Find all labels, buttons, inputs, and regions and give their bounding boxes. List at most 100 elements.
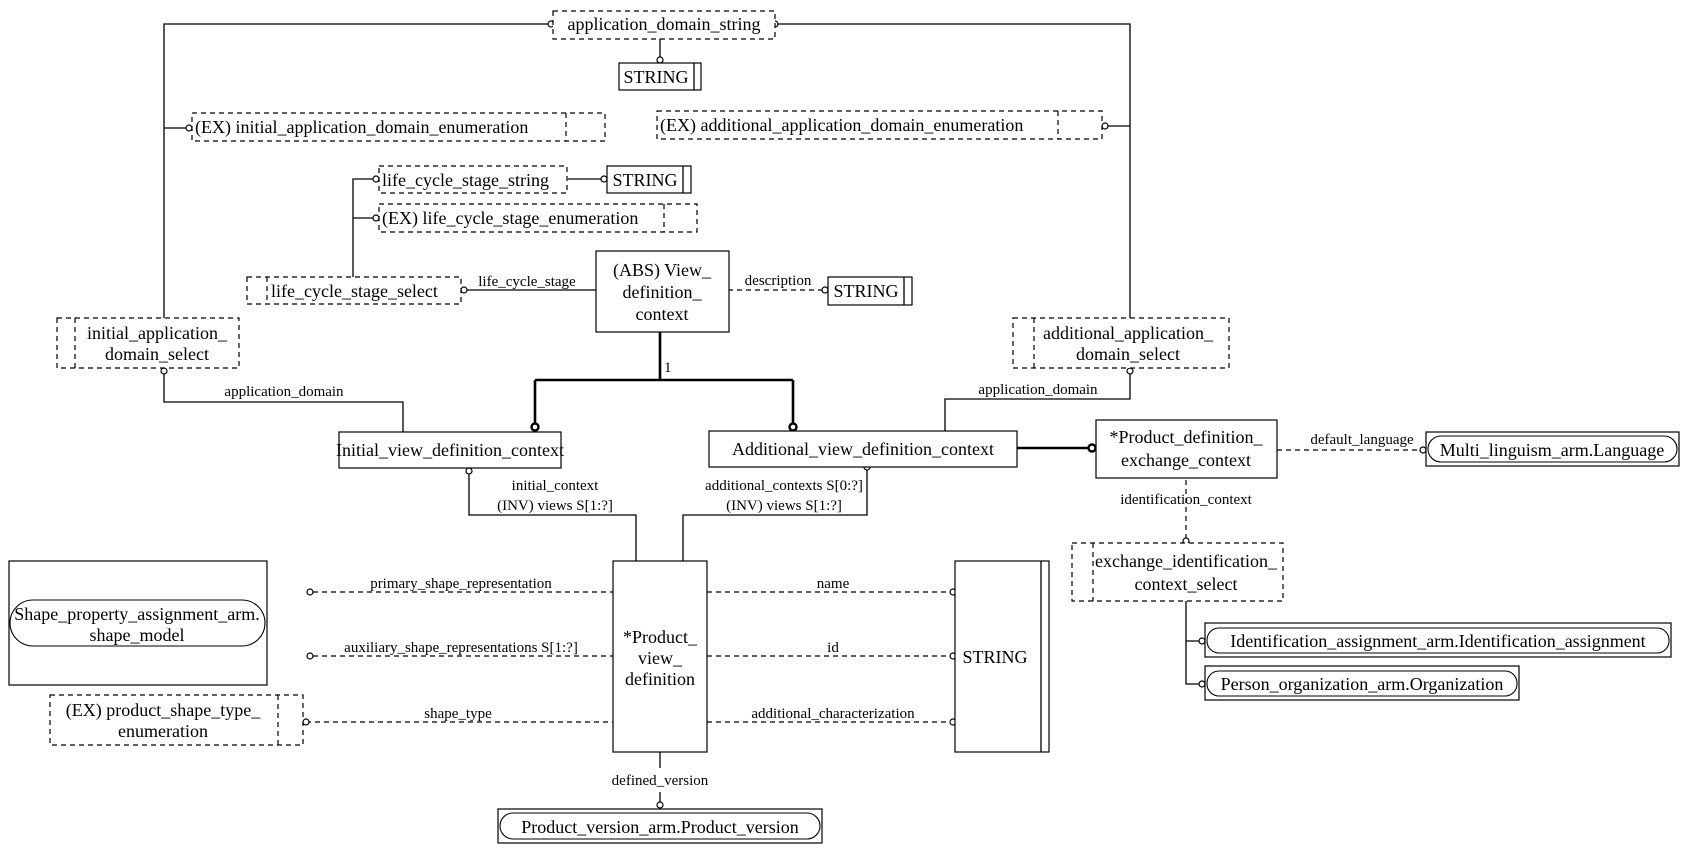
entity-product-view-definition[interactable]: *Product_ view_ definition — [612, 560, 708, 753]
entity-label-line: Shape_property_assignment_arm. — [14, 604, 259, 624]
type-label-line: context_select — [1135, 574, 1238, 594]
entity-label: Person_organization_arm.Organization — [1221, 674, 1504, 694]
marker — [1419, 446, 1427, 454]
type-label: life_cycle_stage_string — [382, 170, 549, 190]
relation-label-auxiliary-shape-representations: auxiliary_shape_representations S[1:?] — [344, 640, 578, 656]
connector-app-domain-initial — [163, 374, 404, 433]
marker — [460, 286, 468, 294]
entity-label: Additional_view_definition_context — [732, 439, 994, 459]
entity-label-line: *Product_definition_ — [1110, 427, 1264, 447]
relation-label-additional-contexts: additional_contexts S[0:?] — [705, 478, 863, 494]
entity-product-version[interactable]: Product_version_arm.Product_version — [497, 808, 823, 844]
relation-label-default-language: default_language — [1310, 432, 1414, 448]
entity-label: Identification_assignment_arm.Identifica… — [1230, 631, 1645, 651]
marker — [465, 467, 473, 475]
type-product-shape-type-enumeration[interactable]: (EX) product_shape_type_ enumeration — [49, 694, 304, 746]
relation-label-shape-type: shape_type — [424, 706, 492, 722]
marker — [302, 718, 310, 726]
entity-multi-linguism-language[interactable]: Multi_linguism_arm.Language — [1425, 431, 1680, 467]
relation-label-description: description — [745, 273, 812, 289]
type-label-line: domain_select — [1076, 344, 1180, 364]
type-label-line: enumeration — [118, 721, 208, 741]
entity-label-line: *Product_ — [623, 627, 698, 647]
type-label: (EX) life_cycle_stage_enumeration — [382, 208, 638, 229]
marker — [1198, 637, 1206, 645]
type-initial-application-domain-select[interactable]: initial_application_ domain_select — [56, 317, 240, 369]
type-application-domain-string[interactable]: application_domain_string — [552, 10, 776, 40]
entity-label-line: shape_model — [90, 625, 185, 645]
entity-person-organization[interactable]: Person_organization_arm.Organization — [1204, 665, 1520, 701]
marker — [788, 422, 798, 432]
relation-label-primary-shape-representation: primary_shape_representation — [370, 576, 552, 592]
relation-label-initial-context-inverse: (INV) views S[1:?] — [497, 498, 613, 514]
type-string-life-cycle[interactable]: STRING — [606, 165, 692, 194]
relation-label-application-domain-initial: application_domain — [224, 384, 344, 400]
entity-label-line: view_ — [638, 648, 683, 668]
connector-subtype-tree — [533, 332, 795, 424]
type-additional-application-domain-enumeration[interactable]: (EX) additional_application_domain_enume… — [656, 110, 1103, 140]
type-life-cycle-stage-select[interactable]: life_cycle_stage_select — [246, 276, 462, 305]
entity-label: Multi_linguism_arm.Language — [1440, 440, 1664, 460]
marker — [821, 286, 829, 294]
type-label-line: exchange_identification_ — [1095, 551, 1278, 571]
type-label: STRING — [833, 281, 898, 301]
marker — [600, 175, 608, 183]
type-initial-application-domain-enumeration[interactable]: (EX) initial_application_domain_enumerat… — [191, 112, 606, 142]
type-label-line: domain_select — [105, 344, 209, 364]
relation-label-life-cycle-stage: life_cycle_stage — [478, 274, 576, 290]
marker — [1087, 443, 1097, 453]
marker — [306, 588, 314, 596]
relation-labels: life_cycle_stage description 1 applicati… — [224, 273, 1414, 789]
type-label: (EX) initial_application_domain_enumerat… — [195, 117, 528, 138]
entity-shape-model[interactable]: Shape_property_assignment_arm. shape_mod… — [8, 560, 268, 686]
type-additional-application-domain-select[interactable]: additional_application_ domain_select — [1012, 317, 1230, 369]
entity-view-definition-context[interactable]: (ABS) View_ definition_ context — [595, 250, 730, 333]
entity-label-line: definition — [625, 669, 695, 689]
marker — [185, 124, 193, 132]
relation-label-initial-context: initial_context — [512, 478, 599, 494]
entity-label: Product_version_arm.Product_version — [521, 817, 798, 837]
entity-label-line: definition_ — [623, 282, 703, 302]
relation-label-defined-version: defined_version — [612, 773, 709, 789]
relation-label-id: id — [827, 640, 839, 656]
entity-identification-assignment[interactable]: Identification_assignment_arm.Identifica… — [1204, 622, 1672, 658]
marker — [1126, 367, 1134, 375]
express-g-diagram: application_domain_string STRING (EX) in… — [8, 10, 1680, 844]
marker — [1101, 122, 1109, 130]
entity-initial-view-definition-context[interactable]: Initial_view_definition_context — [336, 431, 564, 469]
relation-label-identification-context: identification_context — [1120, 492, 1252, 508]
entity-product-definition-exchange-context[interactable]: *Product_definition_ exchange_context — [1095, 419, 1278, 479]
type-string-top[interactable]: STRING — [618, 62, 702, 91]
type-life-cycle-stage-enumeration[interactable]: (EX) life_cycle_stage_enumeration — [378, 203, 698, 233]
entity-label-line: context — [636, 304, 689, 324]
marker — [530, 422, 540, 432]
type-exchange-identification-context-select[interactable]: exchange_identification_ context_select — [1071, 542, 1284, 602]
type-label-line: additional_application_ — [1043, 323, 1214, 343]
connector-eics-options — [1185, 601, 1199, 685]
type-label: STRING — [612, 170, 677, 190]
type-label: life_cycle_stage_select — [271, 281, 438, 301]
connector-lcs-trunk — [352, 178, 373, 278]
marker — [372, 214, 380, 222]
entity-label: Initial_view_definition_context — [336, 440, 564, 460]
relation-label-additional-characterization: additional_characterization — [751, 706, 915, 722]
marker — [656, 801, 664, 809]
marker — [656, 56, 664, 64]
type-label-line: initial_application_ — [87, 323, 228, 343]
type-string-big[interactable]: STRING — [954, 560, 1050, 753]
type-string-description[interactable]: STRING — [827, 276, 913, 306]
type-life-cycle-stage-string[interactable]: life_cycle_stage_string — [378, 165, 568, 194]
relation-label-additional-contexts-inverse: (INV) views S[1:?] — [726, 498, 842, 514]
marker — [160, 367, 168, 375]
entity-label-line: exchange_context — [1121, 450, 1251, 470]
marker — [306, 652, 314, 660]
marker — [372, 175, 380, 183]
entity-label-line: (ABS) View_ — [613, 260, 712, 281]
type-label: application_domain_string — [568, 14, 761, 34]
marker — [1198, 680, 1206, 688]
entity-additional-view-definition-context[interactable]: Additional_view_definition_context — [708, 430, 1018, 468]
type-label-line: (EX) product_shape_type_ — [66, 700, 261, 721]
type-label: STRING — [962, 647, 1027, 667]
relation-label-application-domain-additional: application_domain — [978, 382, 1098, 398]
relation-label-name: name — [817, 576, 850, 592]
